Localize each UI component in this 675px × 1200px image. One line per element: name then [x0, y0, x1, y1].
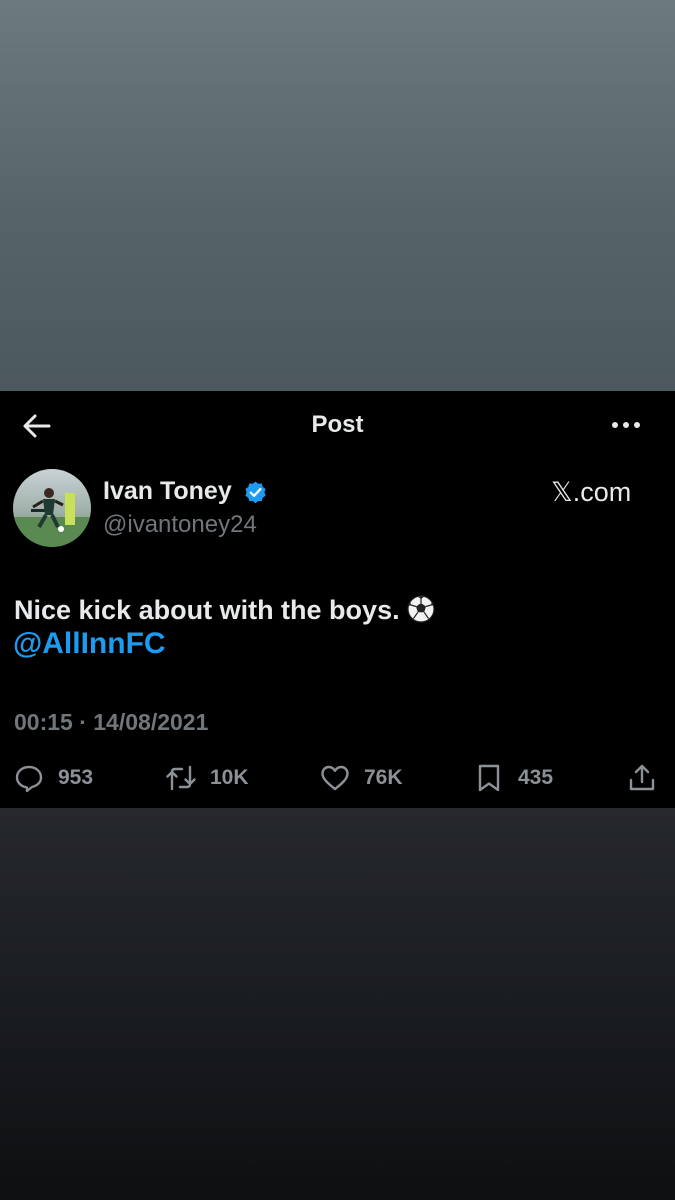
source-label: 𝕏.com	[551, 477, 632, 507]
share-button[interactable]	[627, 763, 657, 793]
timestamp[interactable]: 00:15 · 14/08/2021	[14, 709, 208, 736]
like-count: 76K	[364, 766, 403, 789]
repost-count: 10K	[210, 766, 249, 789]
avatar[interactable]	[13, 469, 91, 547]
soccer-ball-icon	[406, 594, 436, 624]
like-button[interactable]: 76K	[320, 763, 403, 793]
avatar-image	[13, 469, 91, 547]
tweet-text-body: Nice kick about with the boys.	[14, 595, 400, 625]
page-title: Post	[311, 411, 364, 438]
tweet-text: Nice kick about with the boys.	[14, 591, 436, 629]
bookmark-count: 435	[518, 766, 554, 789]
heart-icon	[321, 765, 349, 791]
more-icon	[612, 422, 640, 428]
reply-button[interactable]: 953	[14, 763, 93, 793]
mention-link[interactable]: @AllInnFC	[13, 627, 166, 661]
author-handle[interactable]: @ivantoney24	[103, 511, 257, 539]
more-options-button[interactable]	[608, 413, 644, 437]
repost-button[interactable]: 10K	[166, 763, 249, 793]
bookmark-icon	[478, 764, 500, 792]
post-card: Post Ivan Toney @ivantoney24 𝕏.com Nice …	[0, 391, 675, 808]
top-bar: Post	[0, 391, 675, 459]
share-icon	[629, 764, 655, 791]
bookmark-button[interactable]: 435	[474, 763, 553, 793]
reply-icon	[15, 765, 43, 793]
repost-icon	[166, 765, 196, 791]
author-name[interactable]: Ivan Toney	[103, 477, 232, 506]
background-bottom	[0, 808, 675, 1200]
verified-badge-icon	[245, 481, 266, 504]
reply-count: 953	[58, 766, 94, 789]
background-top	[0, 0, 675, 391]
